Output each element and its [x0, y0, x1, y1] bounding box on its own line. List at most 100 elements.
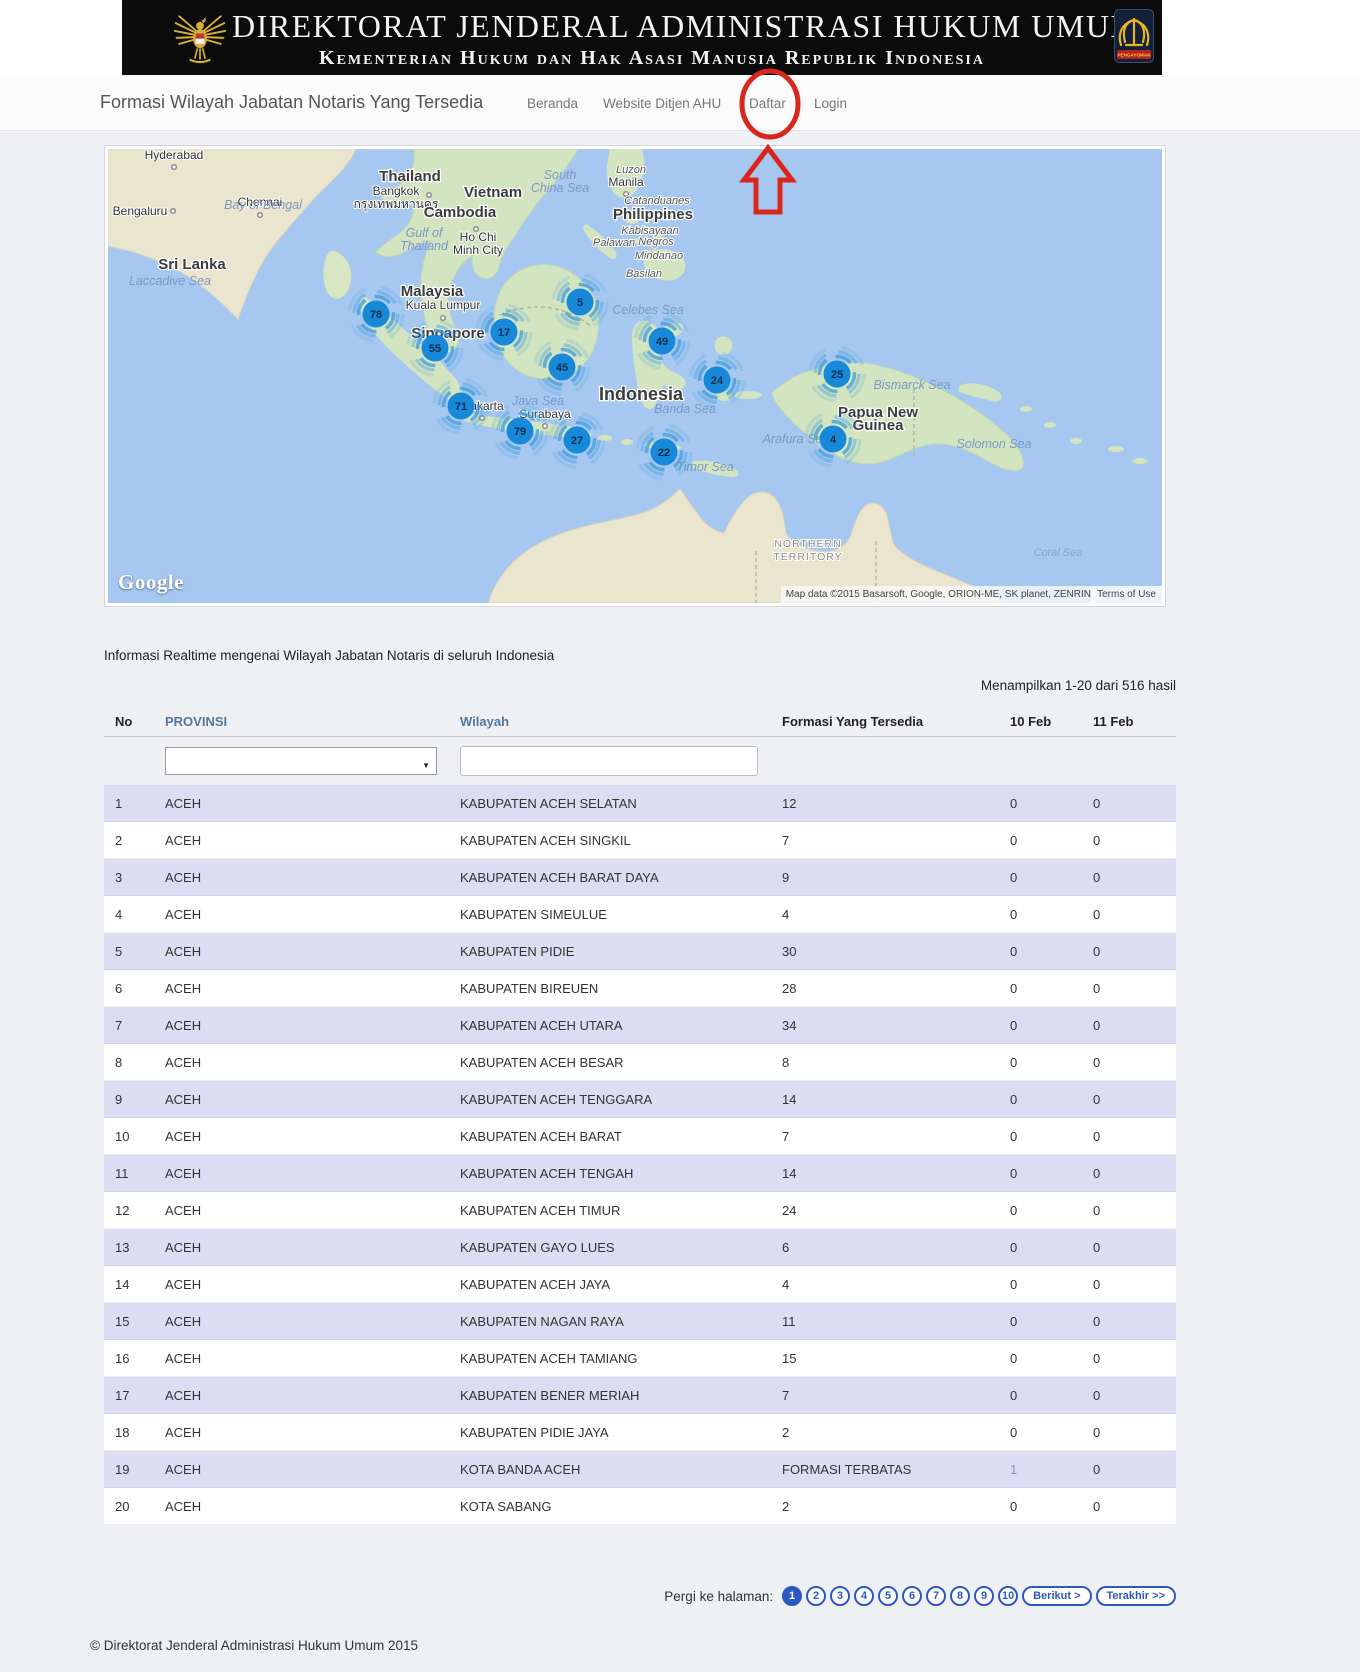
cell-wilayah: KOTA SABANG	[460, 1498, 552, 1514]
map-cluster-marker[interactable]: 27	[548, 411, 606, 469]
svg-text:79: 79	[514, 426, 526, 438]
svg-text:27: 27	[571, 435, 583, 447]
cell-11feb: 0	[1093, 1350, 1101, 1366]
cell-formasi: 2	[782, 1424, 790, 1440]
pagination-page-2[interactable]: 2	[806, 1586, 827, 1606]
map-cluster-marker[interactable]: 4	[804, 410, 862, 468]
pagination-page-7[interactable]: 7	[926, 1586, 947, 1606]
map-cluster-marker[interactable]: 79	[491, 402, 549, 460]
table-row: 5 ACEH KABUPATEN PIDIE 30 0 0	[104, 933, 1176, 970]
cell-wilayah: KABUPATEN ACEH TIMUR	[460, 1202, 621, 1218]
cell-11feb: 0	[1093, 1165, 1101, 1181]
cell-provinsi: ACEH	[165, 1461, 202, 1477]
google-logo[interactable]: Google	[118, 570, 184, 595]
table-row: 8 ACEH KABUPATEN ACEH BESAR 8 0 0	[104, 1044, 1176, 1081]
table-row: 7 ACEH KABUPATEN ACEH UTARA 34 0 0	[104, 1007, 1176, 1044]
map-cluster-marker[interactable]: 55	[406, 319, 464, 377]
cell-10feb: 0	[1010, 1276, 1018, 1292]
cell-11feb: 0	[1093, 943, 1101, 959]
cell-wilayah: KABUPATEN GAYO LUES	[460, 1239, 615, 1255]
pagination-page-4[interactable]: 4	[854, 1586, 875, 1606]
svg-text:PENGAYOMAN: PENGAYOMAN	[1117, 53, 1151, 58]
site-subtitle: Kementerian Hukum dan Hak Asasi Manusia …	[319, 47, 985, 69]
cell-11feb: 0	[1093, 1017, 1101, 1033]
cell-provinsi: ACEH	[165, 1017, 202, 1033]
map-cluster-marker[interactable]: 22	[635, 423, 693, 481]
pagination-page-1[interactable]: 1	[782, 1586, 803, 1606]
cell-formasi: 7	[782, 832, 790, 848]
map-attribution: Map data ©2015 Basarsoft, Google, ORION-…	[780, 586, 1096, 603]
table-row: 20 ACEH KOTA SABANG 2 0 0	[104, 1488, 1176, 1525]
table-row: 12 ACEH KABUPATEN ACEH TIMUR 24 0 0	[104, 1192, 1176, 1229]
map-cluster-marker[interactable]: 45	[533, 338, 591, 396]
cell-formasi: 15	[782, 1350, 797, 1366]
navbar-brand: Formasi Wilayah Jabatan Notaris Yang Ter…	[100, 92, 484, 112]
map-cluster-marker[interactable]: 71	[432, 377, 490, 435]
map-label: Kuala Lumpur	[406, 298, 481, 312]
map-terms-link[interactable]: Terms of Use	[1091, 586, 1162, 603]
cell-formasi: 8	[782, 1054, 790, 1070]
pagination-next[interactable]: Berikut >	[1022, 1586, 1092, 1606]
pagination-page-8[interactable]: 8	[950, 1586, 971, 1606]
cell-wilayah: KABUPATEN PIDIE JAYA	[460, 1424, 609, 1440]
table-row: 16 ACEH KABUPATEN ACEH TAMIANG 15 0 0	[104, 1340, 1176, 1377]
cell-10feb[interactable]: 1	[1010, 1462, 1093, 1477]
pagination-page-6[interactable]: 6	[902, 1586, 923, 1606]
pagination-page-3[interactable]: 3	[830, 1586, 851, 1606]
cell-no: 4	[115, 906, 123, 922]
cell-provinsi: ACEH	[165, 1054, 202, 1070]
map-label: Manila	[608, 175, 644, 189]
results-summary: Menampilkan 1-20 dari 516 hasil	[980, 678, 1176, 693]
wilayah-filter-input[interactable]	[460, 746, 758, 776]
col-wilayah-sort[interactable]: Wilayah	[460, 714, 509, 729]
map-label: NORTHERN TERRITORY	[773, 538, 842, 563]
pagination-page-9[interactable]: 9	[974, 1586, 995, 1606]
google-map[interactable]: Hyderabad Chennai Bengaluru Bay of Bengal Sr…	[108, 149, 1162, 603]
map-cluster-marker[interactable]: 25	[808, 345, 866, 403]
cell-no: 17	[115, 1387, 130, 1403]
map-cluster-marker[interactable]: 49	[633, 312, 691, 370]
provinsi-filter-select[interactable]	[165, 747, 437, 775]
table-header: No PROVINSI Wilayah Formasi Yang Tersedi…	[104, 706, 1176, 736]
cell-no: 18	[115, 1424, 130, 1440]
pagination-page-5[interactable]: 5	[878, 1586, 899, 1606]
cell-10feb: 0	[1010, 980, 1018, 996]
cell-11feb: 0	[1093, 1054, 1101, 1070]
map-label: Coral Sea	[1034, 547, 1083, 559]
col-no: No	[115, 713, 133, 729]
cell-11feb: 0	[1093, 1239, 1101, 1255]
map-cluster-marker[interactable]: 17	[475, 303, 533, 361]
map-label: Cambodia	[424, 204, 497, 221]
col-provinsi-sort[interactable]: PROVINSI	[165, 714, 227, 729]
provinsi-filter-wrap	[165, 747, 437, 775]
cell-wilayah: KABUPATEN ACEH BARAT	[460, 1128, 622, 1144]
map-label: Bismarck Sea	[873, 378, 950, 392]
svg-text:71: 71	[455, 401, 467, 413]
cell-formasi: 14	[782, 1165, 797, 1181]
pagination-last[interactable]: Terakhir >>	[1095, 1586, 1176, 1606]
page-content: Hyderabad Chennai Bengaluru Bay of Bengal Sr…	[0, 131, 1360, 1672]
table-row: 19 ACEH KOTA BANDA ACEH FORMASI TERBATAS 1 0	[104, 1451, 1176, 1488]
footer-copyright: © Direktorat Jenderal Administrasi Hukum…	[90, 1638, 419, 1653]
cell-10feb: 0	[1010, 1091, 1018, 1107]
map-cluster-marker[interactable]: 5	[551, 273, 609, 331]
pagination-page-10[interactable]: 10	[998, 1586, 1019, 1606]
cell-provinsi: ACEH	[165, 1165, 202, 1181]
map-label: Bengaluru	[113, 204, 168, 218]
map-cluster-marker[interactable]: 78	[347, 285, 405, 343]
cell-no: 19	[115, 1461, 130, 1477]
cell-11feb: 0	[1093, 1387, 1101, 1403]
nav-link-website-ditjen-ahu[interactable]: Website Ditjen AHU	[603, 96, 721, 111]
cell-10feb: 0	[1010, 1017, 1018, 1033]
cell-provinsi: ACEH	[165, 1498, 202, 1514]
cell-wilayah: KABUPATEN BIREUEN	[460, 980, 599, 996]
nav-link-daftar[interactable]: Daftar	[749, 96, 786, 111]
cell-no: 20	[115, 1498, 130, 1514]
map-city-dot	[439, 314, 447, 322]
map-cluster-marker[interactable]: 24	[688, 351, 746, 409]
nav-link-beranda[interactable]: Beranda	[527, 96, 578, 111]
cell-wilayah: KABUPATEN SIMEULUE	[460, 906, 607, 922]
cell-provinsi: ACEH	[165, 906, 202, 922]
nav-link-login[interactable]: Login	[814, 96, 847, 111]
cell-formasi: 12	[782, 795, 797, 811]
